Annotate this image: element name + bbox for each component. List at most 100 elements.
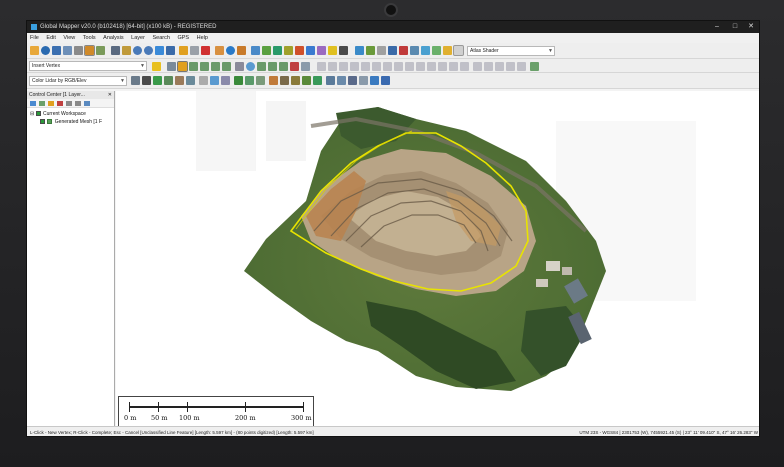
draw-line-icon[interactable] [167, 62, 176, 71]
menu-layer[interactable]: Layer [128, 33, 148, 43]
tree-icon[interactable] [153, 76, 162, 85]
menu-edit[interactable]: Edit [43, 33, 58, 43]
pole-icon[interactable] [337, 76, 346, 85]
add-layer-icon[interactable] [30, 101, 36, 106]
triangle-icon[interactable] [199, 76, 208, 85]
snap-icon[interactable] [427, 62, 436, 71]
cliff-icon[interactable] [291, 76, 300, 85]
shader-select[interactable]: Atlas Shader ▼ [467, 46, 555, 56]
vertex-add-icon[interactable] [328, 62, 337, 71]
pan-hand-icon[interactable] [122, 46, 131, 55]
mesh-icon[interactable] [256, 76, 265, 85]
vertex-move-icon[interactable] [317, 62, 326, 71]
save-icon[interactable] [52, 46, 61, 55]
volume-icon[interactable] [262, 46, 271, 55]
shape-icon[interactable] [268, 62, 277, 71]
home-icon[interactable] [166, 46, 175, 55]
select-arrow-icon[interactable] [111, 46, 120, 55]
zoom-out-icon[interactable] [144, 46, 153, 55]
map-layout-icon[interactable] [366, 46, 375, 55]
menu-analysis[interactable]: Analysis [100, 33, 126, 43]
lidar-icon[interactable] [317, 46, 326, 55]
options-icon[interactable] [39, 101, 45, 106]
menu-help[interactable]: Help [194, 33, 211, 43]
join-icon[interactable] [350, 62, 359, 71]
align-icon[interactable] [416, 62, 425, 71]
viewshed-icon[interactable] [284, 46, 293, 55]
vertex-delete-icon[interactable] [339, 62, 348, 71]
scale-icon[interactable] [405, 62, 414, 71]
edit-icon[interactable] [222, 62, 231, 71]
offset-icon[interactable] [484, 62, 493, 71]
table-icon[interactable] [388, 46, 397, 55]
digitizer-icon[interactable] [179, 46, 188, 55]
move-down-icon[interactable] [75, 101, 81, 106]
copy-icon[interactable] [190, 46, 199, 55]
pen-icon[interactable] [189, 62, 198, 71]
minimize-button[interactable]: – [709, 21, 725, 33]
overview-icon[interactable] [96, 46, 105, 55]
profile-icon[interactable] [295, 46, 304, 55]
lidar-points-icon[interactable] [131, 76, 140, 85]
back-arrow-icon[interactable] [155, 46, 164, 55]
bridge-icon[interactable] [359, 76, 368, 85]
print-icon[interactable] [377, 46, 386, 55]
digitizer-mode-select[interactable]: Insert Vertex ▼ [29, 61, 147, 71]
tree-item-mesh[interactable]: Generated Mesh [1 F [27, 118, 114, 126]
water-icon[interactable] [210, 76, 219, 85]
pencil-icon[interactable] [200, 62, 209, 71]
attribute-icon[interactable] [530, 62, 539, 71]
menu-file[interactable]: File [27, 33, 42, 43]
mesh-checkbox[interactable] [40, 119, 45, 125]
fillet-icon[interactable] [517, 62, 526, 71]
road-icon[interactable] [370, 76, 379, 85]
filter-icon[interactable] [234, 76, 243, 85]
close-button[interactable]: ✕ [743, 21, 759, 33]
menu-tools[interactable]: Tools [80, 33, 99, 43]
hill-icon[interactable] [302, 76, 311, 85]
move-up-icon[interactable] [66, 101, 72, 106]
trim-icon[interactable] [506, 62, 515, 71]
workspace-checkbox[interactable] [35, 111, 41, 117]
globe-icon[interactable] [41, 46, 50, 55]
remove-layer-icon[interactable] [57, 101, 63, 106]
merge-icon[interactable] [460, 62, 469, 71]
smooth-icon[interactable] [372, 62, 381, 71]
tree-collapse-icon[interactable]: ⊟ [30, 111, 34, 117]
layers-icon[interactable] [84, 45, 95, 56]
brush-icon[interactable] [211, 62, 220, 71]
menu-gps[interactable]: GPS [174, 33, 192, 43]
cut-icon[interactable] [449, 62, 458, 71]
ground-icon[interactable] [186, 76, 195, 85]
export-icon[interactable] [63, 46, 72, 55]
forest-icon[interactable] [313, 76, 322, 85]
panel-close-button[interactable]: ✕ [108, 91, 112, 99]
chart-icon[interactable] [410, 46, 419, 55]
grid-icon[interactable] [306, 46, 315, 55]
terrain-icon[interactable] [251, 46, 260, 55]
rotate-icon[interactable] [394, 62, 403, 71]
bisect-icon[interactable] [473, 62, 482, 71]
tools-icon[interactable] [74, 46, 83, 55]
metadata-icon[interactable] [48, 101, 54, 106]
graph-icon[interactable] [443, 46, 452, 55]
extend-icon[interactable] [495, 62, 504, 71]
vertical-icon[interactable] [432, 46, 441, 55]
light-icon[interactable] [328, 46, 337, 55]
open-folder-icon[interactable] [30, 46, 39, 55]
path-icon[interactable] [301, 62, 310, 71]
info-icon[interactable] [226, 46, 235, 55]
buffer-icon[interactable] [383, 62, 392, 71]
digitize-line-icon[interactable] [177, 61, 188, 72]
settings-icon[interactable] [339, 46, 348, 55]
vegetation-icon[interactable] [164, 76, 173, 85]
building-icon[interactable] [175, 76, 184, 85]
find-icon[interactable] [237, 46, 246, 55]
sun-icon[interactable] [421, 46, 430, 55]
zoom-in-icon[interactable] [133, 46, 142, 55]
contour-line-icon[interactable] [280, 76, 289, 85]
power-line-icon[interactable] [326, 76, 335, 85]
search-icon[interactable] [84, 101, 90, 106]
path-profile-icon[interactable] [221, 76, 230, 85]
crop-icon[interactable] [290, 62, 299, 71]
